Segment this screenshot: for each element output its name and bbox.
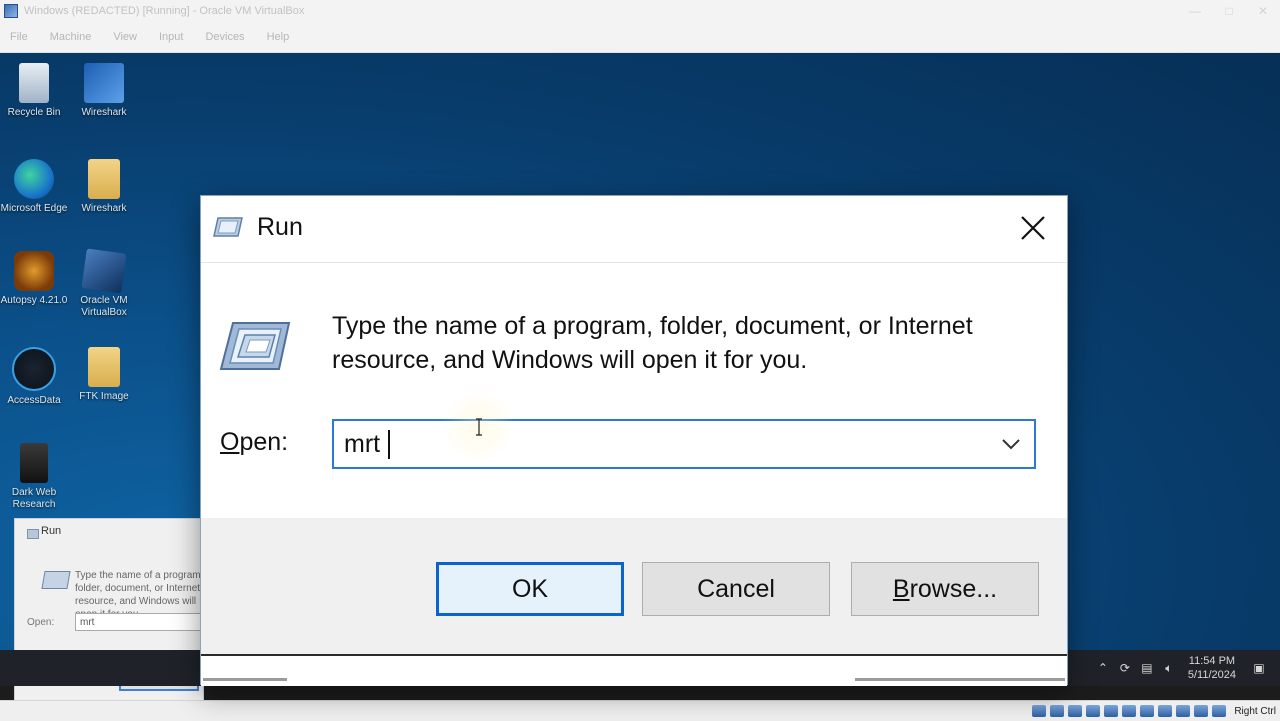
desktop-icon-label: Dark Web Research [11, 487, 57, 510]
taskbar-clock[interactable]: 11:54 PM 5/11/2024 [1188, 654, 1236, 682]
run-large-icon [41, 571, 71, 589]
clock-time: 11:54 PM [1188, 655, 1236, 667]
desktop-icon-label: Autopsy 4.21.0 [0, 295, 68, 306]
edge-icon [14, 159, 54, 199]
menu-help[interactable]: Help [267, 31, 290, 43]
desktop-icon-wireshark[interactable]: Wireshark [70, 63, 138, 119]
desktop-icon-microsoft-edge[interactable]: Microsoft Edge [0, 159, 68, 215]
virtualbox-cube-icon [81, 248, 127, 294]
menu-file[interactable]: File [10, 31, 28, 43]
optical-drive-icon[interactable] [1050, 705, 1065, 717]
wireshark-icon [84, 63, 124, 103]
vbox-window-titlebar: Windows (REDACTED) [Running] - Oracle VM… [0, 0, 1280, 22]
chevron-up-icon[interactable]: ⌃ [1092, 661, 1114, 675]
background-run-input: mrt [75, 613, 201, 631]
menu-machine[interactable]: Machine [50, 31, 92, 43]
background-run-title: Run [41, 525, 62, 537]
mouse-integration-icon[interactable] [1194, 705, 1209, 717]
volume-icon[interactable]: 🔈︎ [1158, 661, 1180, 676]
menu-view[interactable]: View [113, 31, 137, 43]
hard-disk-icon[interactable] [1032, 705, 1047, 717]
open-combobox[interactable] [332, 419, 1036, 469]
desktop-icon-recycle-bin[interactable]: Recycle Bin [0, 63, 68, 119]
vbox-window-title: Windows (REDACTED) [Running] - Oracle VM… [24, 5, 305, 17]
chevron-down-icon [1002, 439, 1020, 450]
sync-icon[interactable]: ⟳ [1114, 661, 1136, 675]
folder-icon [88, 159, 120, 199]
maximize-icon[interactable]: □ [1212, 4, 1246, 18]
desktop-icon-label: Oracle VM VirtualBox [80, 295, 128, 318]
audio-icon[interactable] [1068, 705, 1083, 717]
desktop-icon-ftk-image[interactable]: FTK Image [70, 347, 138, 403]
clock-date: 5/11/2024 [1187, 669, 1236, 681]
desktop-icon-autopsy[interactable]: Autopsy 4.21.0 [0, 251, 68, 307]
run-dialog-title: Run [257, 213, 303, 241]
run-dialog: Run Type the name of a program, folder, … [201, 196, 1067, 686]
background-run-open-label: Open: [27, 617, 55, 628]
run-description: Type the name of a program, folder, docu… [332, 312, 973, 374]
menu-input[interactable]: Input [159, 31, 183, 43]
close-window-icon[interactable]: ✕ [1246, 4, 1280, 18]
close-icon [1021, 216, 1045, 240]
close-button[interactable] [1013, 208, 1053, 248]
scroll-indicator-right [855, 678, 1065, 681]
desktop-icon-label: AccessData [7, 395, 61, 406]
host-key-label: Right Ctrl [1234, 705, 1276, 717]
menu-devices[interactable]: Devices [205, 31, 244, 43]
open-label: Open: [220, 428, 288, 457]
vbox-statusbar: Right Ctrl [0, 700, 1280, 721]
open-input[interactable] [344, 421, 984, 467]
browse-accelerator: B [892, 574, 910, 603]
cancel-button[interactable]: Cancel [642, 562, 830, 616]
desktop-icon-label: Wireshark [81, 107, 127, 118]
vbox-menubar: File Machine View Input Devices Help [0, 22, 1280, 53]
network-icon[interactable]: ▤ [1136, 661, 1158, 675]
run-icon [27, 529, 39, 539]
cpu-icon[interactable] [1176, 705, 1191, 717]
run-dialog-bottom-edge [201, 654, 1067, 686]
usb-icon[interactable] [1104, 705, 1119, 717]
network-adapter-icon[interactable] [1086, 705, 1101, 717]
accessdata-icon [12, 347, 56, 391]
run-dialog-titlebar[interactable]: Run [201, 196, 1067, 263]
dark-web-research-icon [20, 443, 48, 483]
display-icon[interactable] [1140, 705, 1155, 717]
desktop-icon-label: Wireshark [81, 203, 127, 214]
browse-label-text: rowse... [909, 574, 998, 603]
desktop-icon-virtualbox[interactable]: Oracle VM VirtualBox [70, 248, 138, 319]
text-caret [388, 430, 390, 459]
folder-icon [88, 347, 120, 387]
shared-folder-icon[interactable] [1122, 705, 1137, 717]
autopsy-icon [14, 251, 54, 291]
minimize-icon[interactable]: — [1178, 4, 1212, 18]
desktop-icon-label: Microsoft Edge [0, 203, 68, 214]
ok-button[interactable]: OK [436, 562, 624, 616]
desktop-icon-label: FTK Image [79, 391, 129, 402]
system-tray: ⌃ ⟳ ▤ 🔈︎ 11:54 PM 5/11/2024 ▣ [1092, 650, 1270, 686]
virtualbox-icon [4, 4, 18, 18]
browse-button[interactable]: Browse... [851, 562, 1039, 616]
recycle-bin-icon [19, 63, 49, 103]
desktop-icon-label: Recycle Bin [7, 107, 61, 118]
keyboard-icon[interactable] [1212, 705, 1227, 717]
run-icon [213, 217, 243, 237]
scroll-indicator-left [203, 678, 287, 681]
desktop-icon-wireshark-folder[interactable]: Wireshark [70, 159, 138, 215]
open-dropdown-button[interactable] [994, 421, 1028, 467]
open-label-accelerator: O [220, 428, 240, 456]
recording-icon[interactable] [1158, 705, 1173, 717]
run-dialog-footer: OK Cancel Browse... [201, 518, 1067, 654]
desktop-icon-accessdata[interactable]: AccessData [0, 347, 68, 407]
notifications-icon[interactable]: ▣ [1248, 661, 1270, 675]
open-label-text: pen: [239, 428, 289, 456]
desktop-icon-dark-web-research[interactable]: Dark Web Research [0, 443, 68, 511]
run-program-icon [219, 322, 291, 370]
